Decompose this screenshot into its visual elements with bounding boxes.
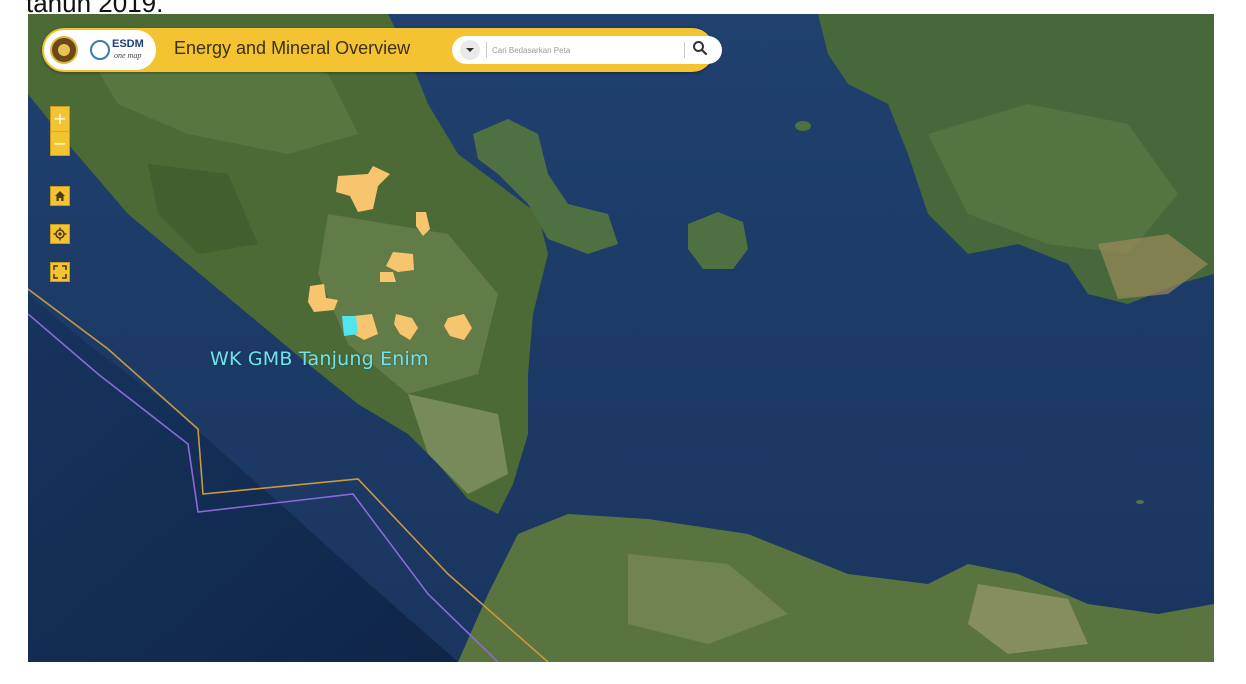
app-header-bar: ESDM one map Energy and Mineral Overview bbox=[42, 28, 722, 72]
zoom-out-button[interactable]: − bbox=[51, 132, 69, 156]
search-icon bbox=[693, 41, 708, 56]
belitung-island bbox=[688, 212, 748, 269]
map-viewport[interactable]: ESDM one map Energy and Mineral Overview… bbox=[28, 14, 1214, 662]
small-island bbox=[795, 121, 811, 131]
esdm-logo: ESDM one map bbox=[88, 34, 150, 66]
fullscreen-button[interactable] bbox=[50, 262, 70, 282]
logo-text: ESDM bbox=[112, 38, 144, 50]
locate-button[interactable] bbox=[50, 224, 70, 244]
app-title: Energy and Mineral Overview bbox=[174, 38, 411, 58]
tanjung-enim-highlight-polygon[interactable] bbox=[342, 316, 358, 336]
crosshair-icon bbox=[53, 227, 67, 241]
search-button[interactable] bbox=[692, 40, 714, 60]
chevron-down-icon[interactable] bbox=[460, 40, 480, 60]
divider bbox=[486, 42, 487, 58]
search-box bbox=[452, 36, 722, 64]
logo-subtext: one map bbox=[114, 51, 142, 60]
logo-group: ESDM one map bbox=[44, 30, 156, 70]
map-feature-label: WK GMB Tanjung Enim bbox=[210, 348, 429, 370]
divider bbox=[684, 42, 685, 58]
small-island bbox=[1136, 500, 1144, 504]
search-input[interactable] bbox=[492, 40, 682, 60]
zoom-in-button[interactable]: + bbox=[51, 107, 69, 131]
government-emblem-icon bbox=[50, 36, 78, 64]
home-icon bbox=[55, 191, 65, 201]
globe-icon bbox=[90, 40, 110, 60]
zoom-control: + − bbox=[50, 106, 70, 156]
basemap bbox=[28, 14, 1214, 662]
fullscreen-icon bbox=[53, 265, 67, 279]
home-button[interactable] bbox=[50, 186, 70, 206]
